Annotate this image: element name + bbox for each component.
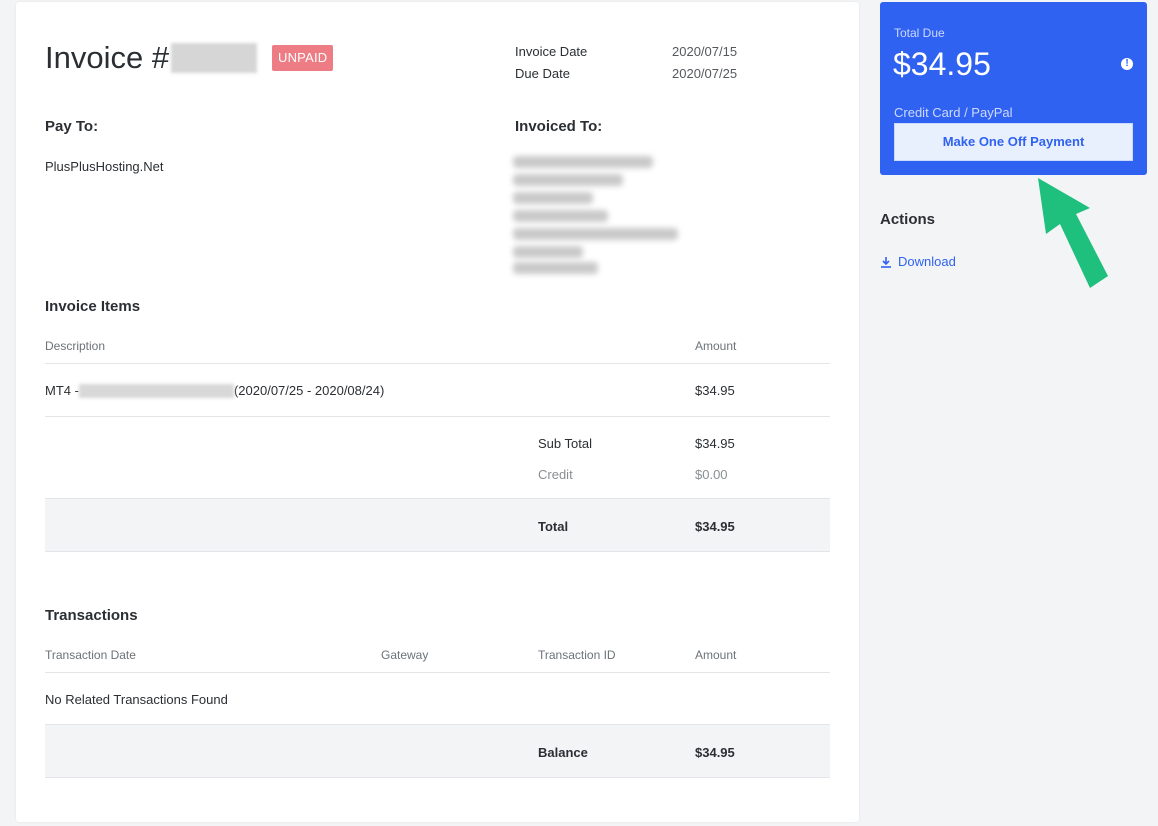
subtotal-label: Sub Total <box>538 436 592 451</box>
col-transaction-amount: Amount <box>695 648 737 662</box>
balance-value: $34.95 <box>695 745 735 760</box>
redacted-invoice-number <box>171 43 258 73</box>
due-date-label: Due Date <box>515 66 570 81</box>
info-icon[interactable]: ! <box>1121 58 1133 70</box>
invoice-date-value: 2020/07/15 <box>672 44 738 59</box>
total-due-panel: Total Due $34.95 ! Credit Card / PayPal … <box>880 2 1147 175</box>
invoice-date-label: Invoice Date <box>515 44 588 59</box>
invoice-items-heading: Invoice Items <box>45 298 141 315</box>
total-due-label: Total Due <box>894 26 945 40</box>
total-due-amount: $34.95 <box>893 46 991 82</box>
col-transaction-id: Transaction ID <box>538 648 616 662</box>
balance-label: Balance <box>538 745 588 760</box>
redacted-billing-address <box>513 152 683 274</box>
pay-to-name: PlusPlusHosting.Net <box>45 159 164 174</box>
download-link[interactable]: Download <box>880 254 956 269</box>
col-transaction-date: Transaction Date <box>45 648 136 662</box>
actions-heading: Actions <box>880 211 936 228</box>
col-amount: Amount <box>695 339 737 353</box>
subtotal-value: $34.95 <box>695 436 735 451</box>
invoice-card: Invoice # UNPAID Invoice Date 2020/07/15… <box>16 2 859 822</box>
divider <box>45 363 830 364</box>
download-icon <box>881 256 891 268</box>
no-transactions-message: No Related Transactions Found <box>45 692 228 707</box>
item-period: (2020/07/25 - 2020/08/24) <box>233 383 385 398</box>
credit-label: Credit <box>538 467 573 482</box>
transactions-heading: Transactions <box>45 607 138 624</box>
table-row: MT4 - (2020/07/25 - 2020/08/24) <box>45 383 384 398</box>
status-badge: UNPAID <box>272 45 334 71</box>
col-description: Description <box>45 339 106 353</box>
invoiced-to-heading: Invoiced To: <box>515 118 603 135</box>
divider <box>45 416 830 417</box>
arrow-icon <box>1038 178 1108 288</box>
due-date-value: 2020/07/25 <box>672 66 738 81</box>
total-value: $34.95 <box>695 519 735 534</box>
total-label: Total <box>538 519 569 534</box>
payment-method: Credit Card / PayPal <box>894 105 1013 120</box>
pay-to-heading: Pay To: <box>45 118 99 135</box>
credit-value: $0.00 <box>695 467 728 482</box>
col-gateway: Gateway <box>381 648 429 662</box>
redacted-item-name <box>78 383 234 398</box>
item-amount: $34.95 <box>695 383 735 398</box>
make-payment-button[interactable]: Make One Off Payment <box>894 123 1133 161</box>
item-prefix: MT4 - <box>45 383 79 398</box>
divider <box>45 672 830 673</box>
invoice-title-prefix: Invoice # <box>45 40 170 75</box>
download-label: Download <box>898 254 956 269</box>
invoice-title: Invoice # <box>45 40 258 76</box>
